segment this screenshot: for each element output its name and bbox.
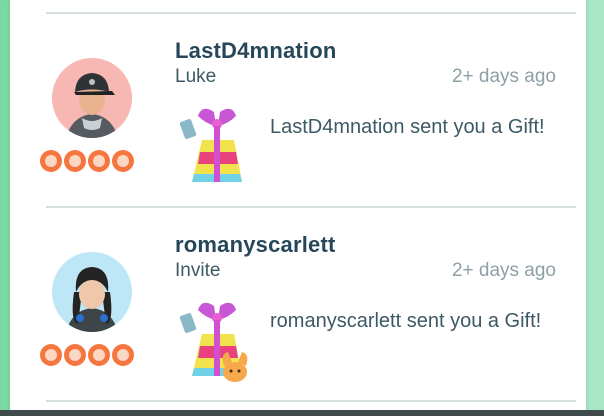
heart-icon (88, 344, 110, 366)
friend-list-panel: LastD4mnation Luke 2+ days ago LastD4mna… (10, 0, 586, 416)
last-interaction-time: 2+ days ago (451, 66, 556, 87)
trainer-avatar-icon (52, 58, 132, 138)
gift-icon[interactable] (179, 296, 254, 386)
friend-username: LastD4mnation (175, 38, 337, 63)
heart-icon (112, 150, 134, 172)
friend-nickname: Luke (175, 66, 217, 87)
friend-nickname: Invite (175, 260, 221, 281)
trainer-avatar-icon (52, 252, 132, 332)
heart-icon (64, 150, 86, 172)
heart-icon (40, 344, 62, 366)
friend-card-romanyscarlett[interactable]: romanyscarlett Invite 2+ days ago romany… (10, 208, 586, 398)
friend-username: romanyscarlett (175, 232, 336, 257)
gift-message: romanyscarlett sent you a Gift! (270, 310, 542, 332)
divider-bottom (46, 400, 576, 402)
gift-message: LastD4mnation sent you a Gift! (270, 116, 545, 138)
heart-icon (88, 150, 110, 172)
friendship-hearts (40, 344, 134, 366)
heart-icon (40, 150, 62, 172)
friendship-hearts (40, 150, 134, 172)
avatar[interactable] (52, 58, 132, 138)
friend-card-lastd4mnation[interactable]: LastD4mnation Luke 2+ days ago LastD4mna… (10, 14, 586, 204)
heart-icon (112, 344, 134, 366)
heart-icon (64, 344, 86, 366)
gift-icon[interactable] (179, 102, 254, 192)
last-interaction-time: 2+ days ago (451, 260, 556, 281)
bottom-bar (0, 410, 604, 416)
avatar[interactable] (52, 252, 132, 332)
